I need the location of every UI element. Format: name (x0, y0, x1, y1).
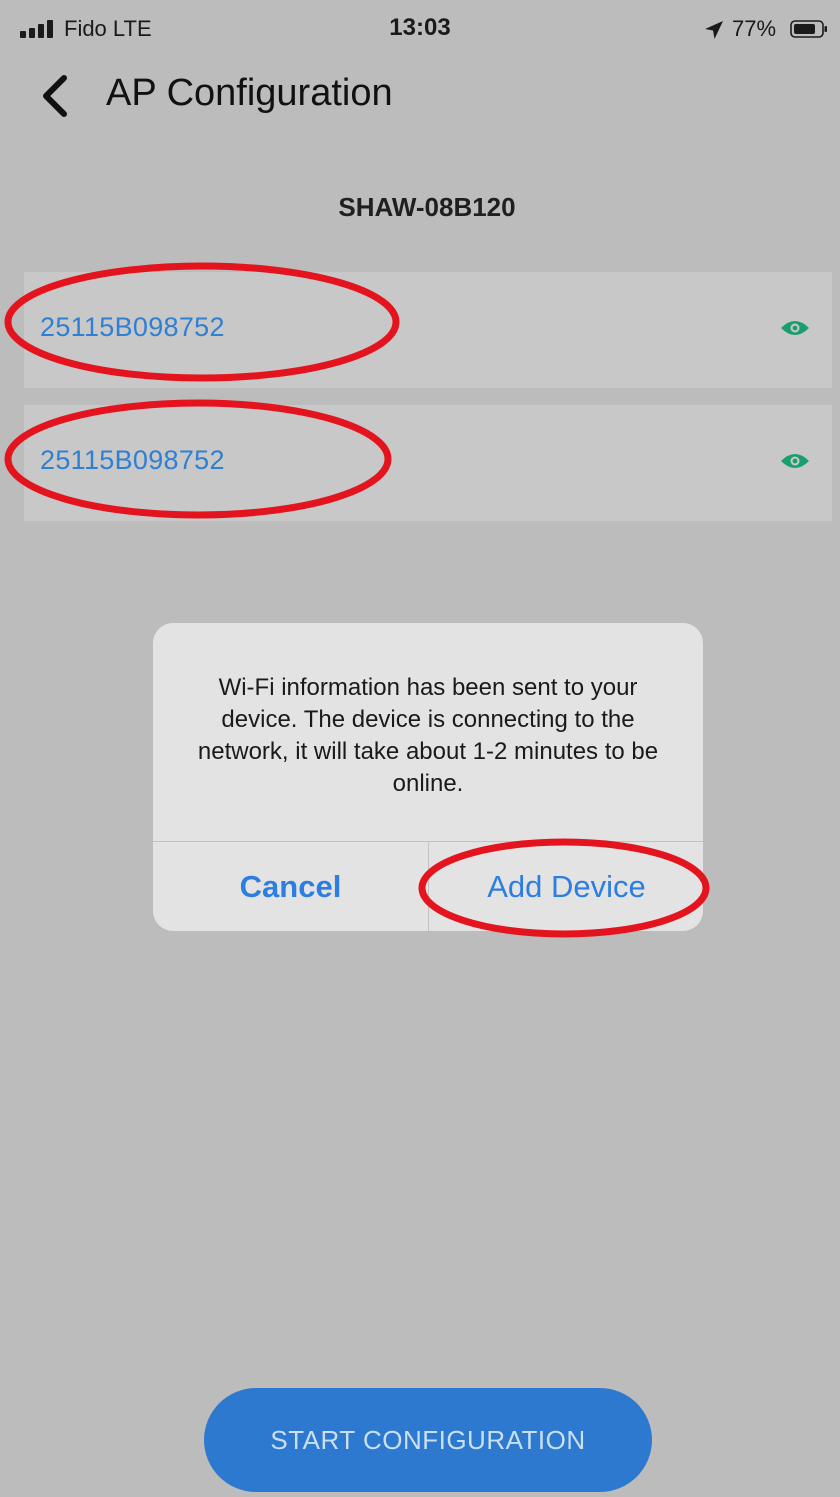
device-row[interactable]: 25115B098752 (24, 405, 832, 521)
start-configuration-button[interactable]: START CONFIGURATION (204, 1388, 652, 1492)
network-ssid: SHAW-08B120 (338, 192, 516, 222)
device-row[interactable]: 25115B098752 (24, 272, 832, 388)
page-title: AP Configuration (106, 72, 393, 114)
add-device-button[interactable]: Add Device (429, 842, 703, 931)
cancel-button[interactable]: Cancel (153, 842, 428, 931)
battery-percentage: 77% (732, 16, 777, 41)
location-arrow-icon (705, 21, 723, 39)
device-id: 25115B098752 (40, 312, 225, 342)
chevron-left-icon[interactable] (36, 72, 76, 120)
status-bar: Fido LTE 13:03 77% (0, 0, 840, 60)
eye-icon[interactable] (780, 318, 810, 338)
screen: Fido LTE 13:03 77% AP Configuration SHAW… (0, 0, 840, 1497)
eye-icon[interactable] (780, 451, 810, 471)
battery-icon (790, 20, 827, 38)
device-id: 25115B098752 (40, 445, 225, 475)
dialog-message: Wi-Fi information has been sent to your … (197, 674, 659, 797)
alert-dialog: Wi-Fi information has been sent to your … (153, 623, 703, 931)
